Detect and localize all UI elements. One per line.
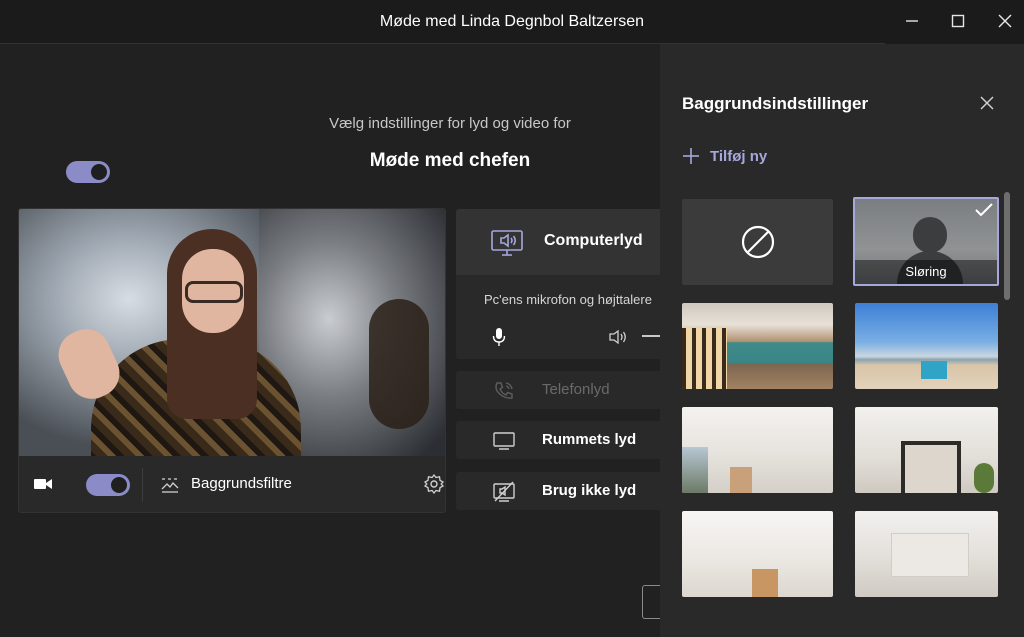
audio-option-none[interactable]: Brug ikke lyd	[456, 472, 660, 510]
panel-scrollbar[interactable]	[1004, 192, 1010, 300]
background-tile-room-2[interactable]	[855, 407, 998, 493]
close-icon	[980, 96, 994, 110]
background-filters-button[interactable]: Baggrundsfiltre	[191, 475, 292, 492]
background-tile-beach[interactable]	[855, 303, 998, 389]
no-audio-label: Brug ikke lyd	[542, 482, 637, 499]
microphone-icon	[492, 328, 506, 346]
meeting-title: Møde med chefen	[369, 150, 531, 171]
close-icon	[998, 14, 1012, 28]
add-new-label: Tilføj ny	[710, 147, 768, 165]
video-controls: Baggrundsfiltre	[19, 456, 445, 512]
monitor-speaker-icon	[491, 230, 523, 256]
audio-option-computer[interactable]: Computerlyd	[456, 209, 660, 275]
video-preview-card: Baggrundsfiltre	[18, 208, 446, 513]
add-new-background-button[interactable]: Tilføj ny	[682, 147, 767, 165]
camera-preview	[19, 209, 445, 456]
audio-option-phone[interactable]: Telefonlyd	[456, 371, 660, 409]
minimize-icon	[906, 20, 918, 22]
prejoin-subtitle: Vælg indstillinger for lyd og video for	[329, 115, 571, 132]
camera-toggle[interactable]	[86, 474, 130, 496]
maximize-button[interactable]	[943, 6, 973, 36]
panel-title: Baggrundsindstillinger	[682, 94, 869, 113]
computer-audio-label: Computerlyd	[544, 232, 643, 249]
maximize-icon	[951, 14, 965, 28]
background-tile-room-1[interactable]	[682, 407, 833, 493]
phone-audio-label: Telefonlyd	[542, 381, 610, 398]
speaker-volume-slider[interactable]	[642, 335, 660, 337]
background-tile-blur[interactable]: Sløring	[853, 197, 999, 286]
phone-icon	[495, 382, 513, 399]
audio-settings-card: Computerlyd Pc'ens mikrofon og højttaler…	[66, 161, 660, 359]
background-tile-office[interactable]	[682, 303, 833, 389]
checkmark-icon	[975, 203, 993, 217]
window-title: Møde med Linda Degnbol Baltzersen	[379, 13, 645, 30]
room-audio-label: Rummets lyd	[542, 431, 637, 448]
background-tile-none[interactable]	[682, 199, 833, 285]
audio-device-description: Pc'ens mikrofon og højttalere	[484, 292, 652, 307]
prejoin-screen: Vælg indstillinger for lyd og video for …	[0, 44, 662, 637]
no-background-icon	[741, 225, 774, 259]
plus-icon	[683, 148, 699, 164]
controls-divider	[142, 468, 143, 502]
background-tile-room-4[interactable]	[855, 511, 998, 597]
no-audio-icon	[493, 481, 515, 502]
blur-label: Sløring	[855, 260, 997, 284]
gear-icon[interactable]	[423, 473, 445, 495]
audio-option-room[interactable]: Rummets lyd	[456, 421, 660, 459]
camera-icon	[34, 479, 52, 489]
speaker-icon	[609, 329, 626, 345]
background-tile-room-3[interactable]	[682, 511, 833, 597]
minimize-button[interactable]	[897, 6, 927, 36]
close-window-button[interactable]	[990, 6, 1020, 36]
join-button-edge[interactable]	[642, 585, 662, 619]
room-display-icon	[493, 432, 515, 450]
background-effects-icon[interactable]	[160, 476, 180, 494]
panel-close-button[interactable]	[976, 92, 998, 114]
background-settings-panel: Baggrundsindstillinger Tilføj ny Sløring	[660, 44, 1024, 637]
title-bar: Møde med Linda Degnbol Baltzersen	[0, 0, 1024, 44]
